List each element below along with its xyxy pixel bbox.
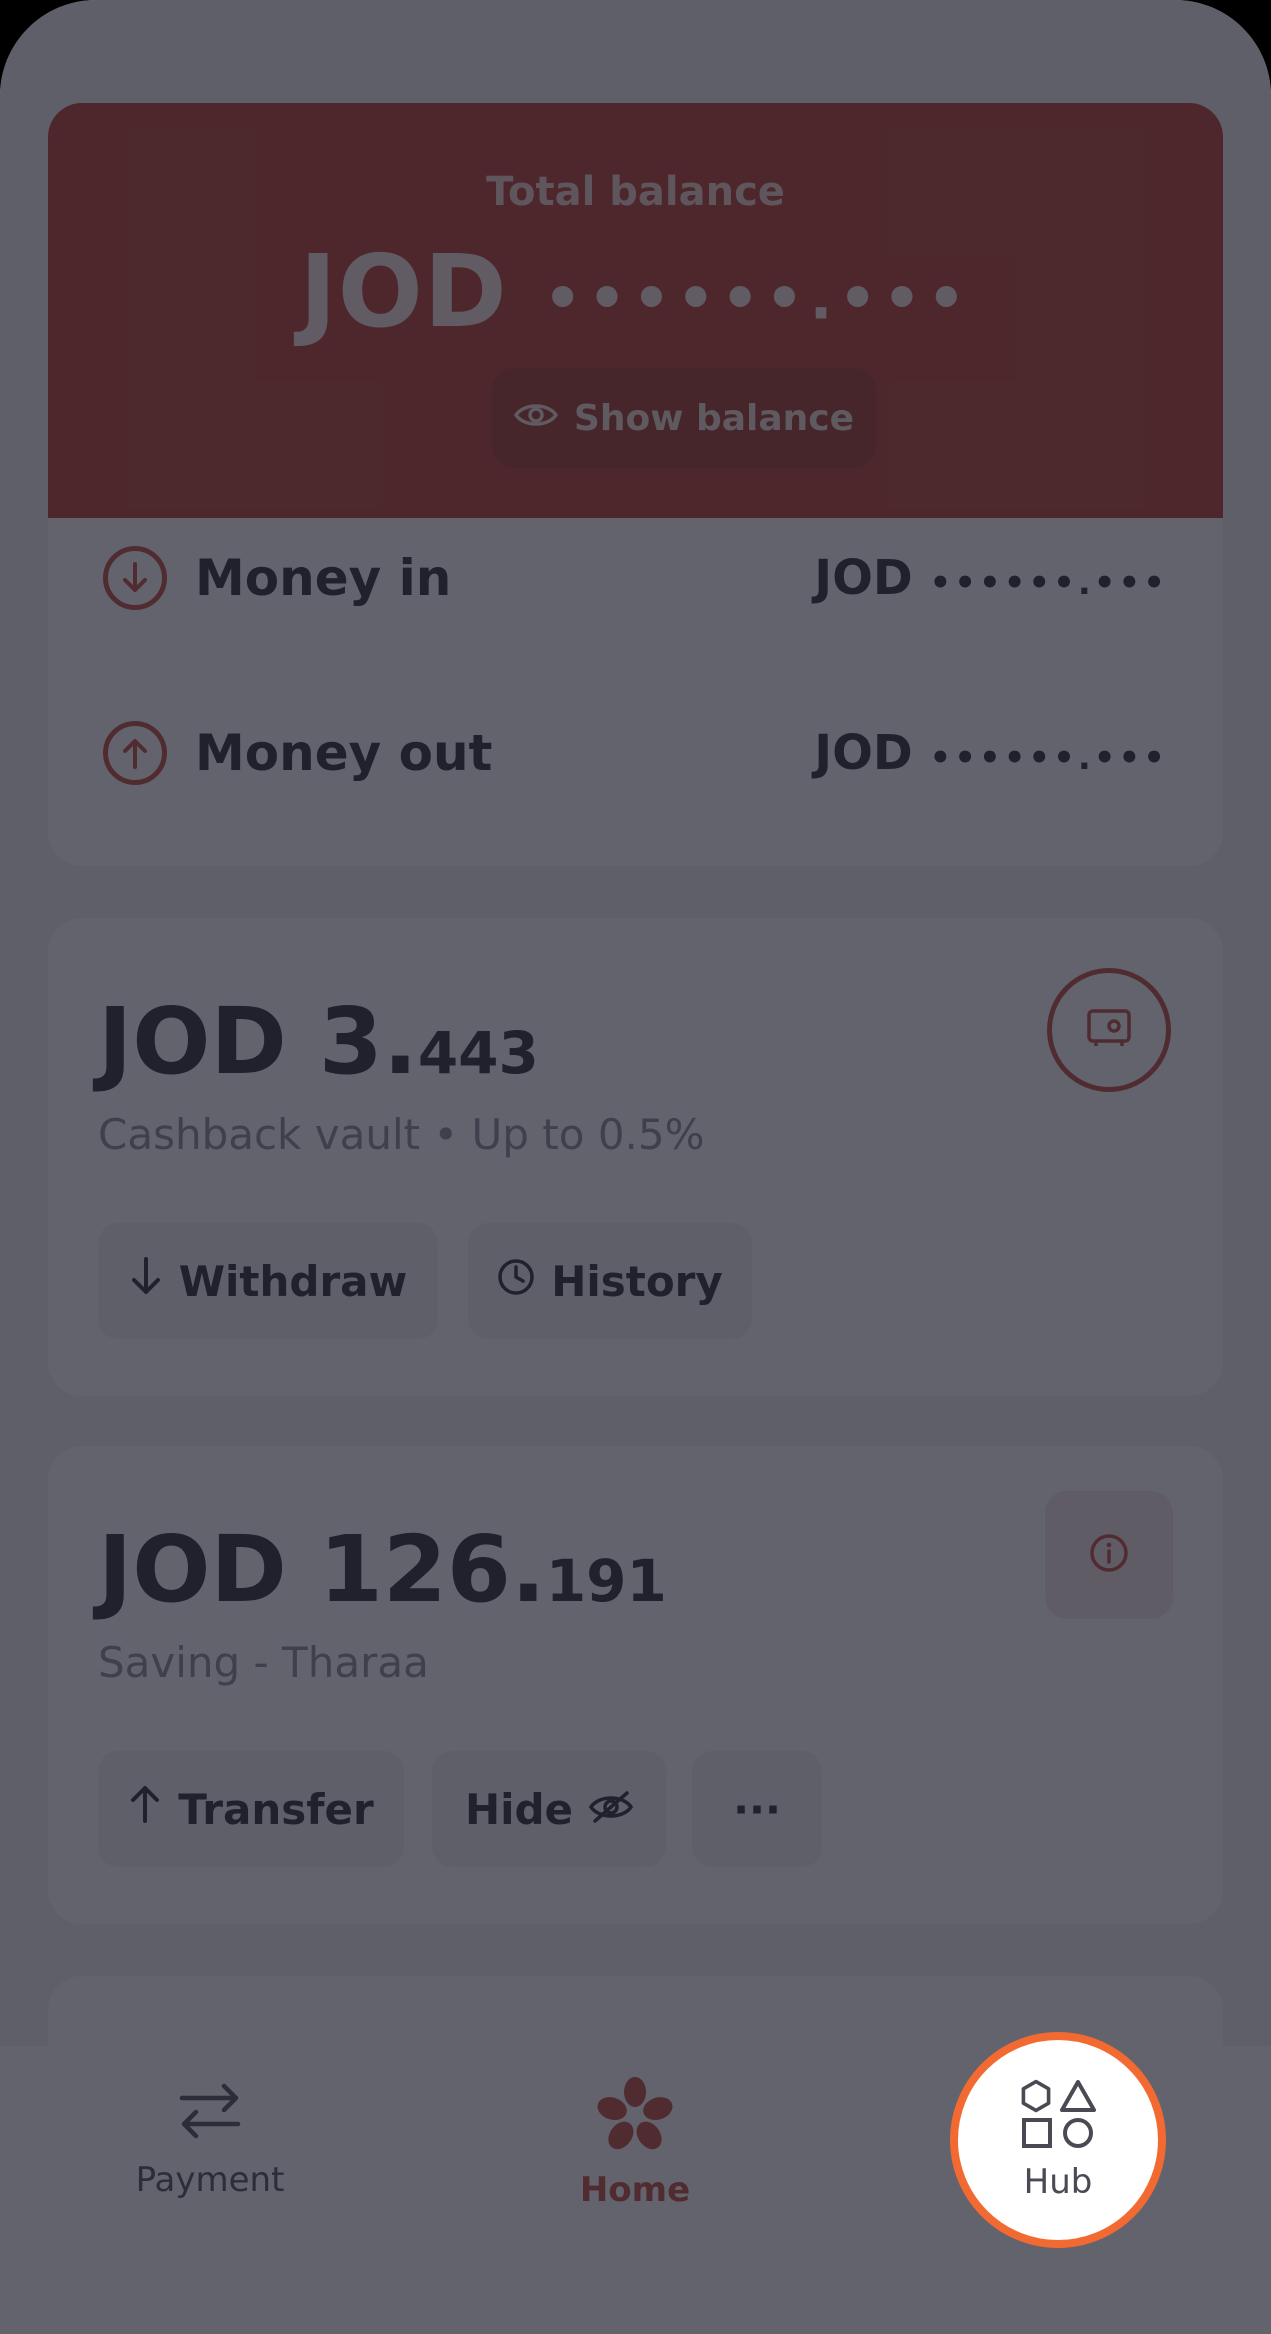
withdraw-label: Withdraw <box>178 1256 408 1306</box>
nav-home[interactable]: Home <box>525 2076 745 2210</box>
balance-currency: JOD <box>299 233 508 350</box>
total-balance-card: Total balance JOD ••••••.••• Show balanc… <box>48 103 1223 518</box>
withdraw-button[interactable]: Withdraw <box>98 1223 438 1339</box>
transfer-label: Transfer <box>178 1784 374 1834</box>
vault-subtitle: Cashback vault • Up to 0.5% <box>98 1110 705 1159</box>
arrow-up-circle-icon <box>103 721 167 785</box>
vault-button[interactable] <box>1047 968 1171 1092</box>
saving-amount-main: JOD 126. <box>98 1516 546 1623</box>
cashback-vault-card[interactable]: JOD 3.443 Cashback vault • Up to 0.5% Wi… <box>48 918 1223 1396</box>
hide-button[interactable]: Hide <box>432 1751 666 1867</box>
eye-icon <box>513 398 559 439</box>
money-out-label: Money out <box>195 724 493 782</box>
hub-spotlight-label: Hub <box>1023 2162 1093 2202</box>
more-label: ··· <box>733 1784 781 1834</box>
money-out-currency: JOD <box>814 725 913 781</box>
vault-amount-main: JOD 3. <box>98 988 418 1095</box>
nav-payment[interactable]: Payment <box>100 2076 320 2200</box>
money-in-currency: JOD <box>814 550 913 606</box>
safe-icon <box>1086 1008 1132 1052</box>
total-balance-label: Total balance <box>486 169 785 215</box>
money-out-masked: ••••••.••• <box>929 738 1168 778</box>
show-balance-label: Show balance <box>573 397 855 439</box>
saving-amount-decimals: 191 <box>545 1547 667 1615</box>
total-balance-amount: JOD ••••••.••• <box>48 233 1223 350</box>
money-out-value: JOD ••••••.••• <box>814 725 1168 781</box>
home-scroll[interactable]: Total balance JOD ••••••.••• Show balanc… <box>0 0 1271 2334</box>
shapes-icon <box>1018 2078 1098 2154</box>
arrow-down-circle-icon <box>103 546 167 610</box>
saving-account-card[interactable]: JOD 126.191 Saving - Tharaa Transfer Hid… <box>48 1446 1223 1924</box>
vault-amount: JOD 3.443 <box>98 988 539 1095</box>
flower-logo-icon <box>595 2077 675 2160</box>
money-in-value: JOD ••••••.••• <box>814 550 1168 606</box>
money-in-label: Money in <box>195 549 452 607</box>
phone-screen: Total balance JOD ••••••.••• Show balanc… <box>0 0 1271 2334</box>
balance-masked: ••••••.••• <box>543 263 972 334</box>
money-in-masked: ••••••.••• <box>929 563 1168 603</box>
clock-icon <box>497 1257 535 1306</box>
arrow-down-icon <box>129 1256 163 1306</box>
saving-subtitle: Saving - Tharaa <box>98 1638 429 1687</box>
vault-amount-decimals: 443 <box>417 1019 539 1087</box>
hub-spotlight[interactable]: Hub <box>950 2032 1166 2248</box>
saving-amount: JOD 126.191 <box>98 1516 667 1623</box>
money-in-row[interactable]: Money in JOD ••••••.••• <box>48 518 1223 638</box>
more-button[interactable]: ··· <box>692 1751 822 1867</box>
transfer-arrows-icon <box>174 2083 246 2150</box>
money-flow-card: Money in JOD ••••••.••• Money out JOD ••… <box>48 518 1223 866</box>
transfer-button[interactable]: Transfer <box>98 1751 404 1867</box>
money-out-row[interactable]: Money out JOD ••••••.••• <box>48 693 1223 813</box>
hide-label: Hide <box>464 1784 574 1834</box>
info-button[interactable] <box>1045 1491 1173 1619</box>
arrow-up-icon <box>128 1784 162 1834</box>
nav-payment-label: Payment <box>135 2160 285 2200</box>
eye-off-icon <box>588 1785 634 1834</box>
show-balance-button[interactable]: Show balance <box>492 368 876 468</box>
nav-home-label: Home <box>579 2170 691 2210</box>
history-button[interactable]: History <box>468 1223 752 1339</box>
info-icon <box>1088 1532 1130 1578</box>
history-label: History <box>551 1256 723 1306</box>
